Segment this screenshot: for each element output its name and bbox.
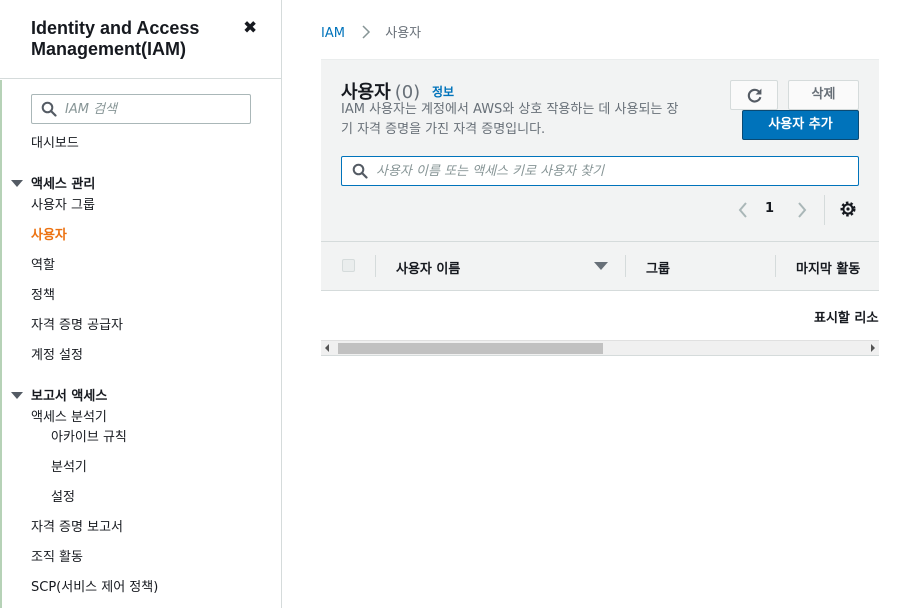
- column-header-last-activity[interactable]: 마지막 활동: [796, 258, 860, 277]
- refresh-icon: [747, 88, 762, 103]
- table-header: 사용자 이름 그룹 마지막 활동: [321, 241, 879, 291]
- caret-down-icon: [11, 180, 23, 187]
- column-divider: [625, 255, 626, 277]
- sidebar-item-access-analyzer[interactable]: 액세스 분석기: [31, 410, 107, 426]
- sidebar-item-policies[interactable]: 정책: [31, 288, 55, 304]
- close-sidebar-button[interactable]: ✖: [243, 18, 259, 38]
- sidebar-header: Identity and Access Management(IAM) ✖: [0, 0, 281, 79]
- chevron-right-icon: [362, 25, 371, 39]
- gear-icon[interactable]: [839, 200, 857, 218]
- refresh-button[interactable]: [730, 80, 778, 110]
- user-search-input[interactable]: [376, 161, 846, 181]
- sidebar-item-credential-report[interactable]: 자격 증명 보고서: [31, 520, 123, 536]
- caret-down-icon: [11, 392, 23, 399]
- scroll-right-arrow-icon[interactable]: [871, 344, 875, 352]
- sidebar-search-input[interactable]: [65, 99, 245, 119]
- sidebar-edge-accent: [0, 80, 2, 608]
- scroll-left-arrow-icon[interactable]: [325, 344, 329, 352]
- sidebar-item-scp[interactable]: SCP(서비스 제어 정책): [31, 580, 158, 596]
- column-divider: [775, 255, 776, 277]
- column-divider: [375, 255, 376, 277]
- sidebar-item-analyzers[interactable]: 분석기: [51, 460, 87, 476]
- sidebar-section-access-reports[interactable]: 보고서 액세스: [11, 389, 107, 405]
- sidebar-search-field[interactable]: [31, 94, 251, 124]
- search-icon: [352, 163, 368, 179]
- page-description: IAM 사용자는 계정에서 AWS와 상호 작용하는 데 사용되는 장기 자격 …: [341, 102, 679, 137]
- chevron-right-icon[interactable]: [795, 200, 809, 220]
- delete-button[interactable]: 삭제: [788, 80, 859, 110]
- sidebar-item-account-settings[interactable]: 계정 설정: [31, 348, 83, 364]
- sidebar-item-identity-providers[interactable]: 자격 증명 공급자: [31, 318, 123, 334]
- users-panel-header: 사용자 (0) 정보 IAM 사용자는 계정에서 AWS와 상호 작용하는 데 사…: [321, 60, 879, 241]
- sidebar-item-user-groups[interactable]: 사용자 그룹: [31, 198, 95, 214]
- select-all-checkbox[interactable]: [342, 259, 355, 272]
- chevron-left-icon[interactable]: [736, 200, 750, 220]
- sidebar: Identity and Access Management(IAM) ✖ 대시…: [0, 0, 282, 608]
- sidebar-section-access-management[interactable]: 액세스 관리: [11, 177, 95, 193]
- sidebar-item-analyzer-settings[interactable]: 설정: [51, 490, 75, 506]
- pager-divider: [824, 195, 825, 225]
- sidebar-section-label: 액세스 관리: [31, 177, 96, 192]
- breadcrumb-iam-link[interactable]: IAM: [321, 26, 345, 41]
- breadcrumb: IAM 사용자: [321, 25, 421, 42]
- scrollbar-thumb[interactable]: [338, 343, 603, 354]
- add-user-button[interactable]: 사용자 추가: [742, 110, 859, 140]
- sidebar-item-archive-rules[interactable]: 아카이브 규칙: [51, 430, 127, 446]
- sort-descending-icon[interactable]: [594, 262, 608, 270]
- search-icon: [41, 101, 57, 117]
- column-header-groups[interactable]: 그룹: [646, 258, 670, 277]
- page-number[interactable]: 1: [765, 201, 774, 216]
- sidebar-item-roles[interactable]: 역할: [31, 258, 55, 274]
- sidebar-item-organization-activity[interactable]: 조직 활동: [31, 550, 83, 566]
- sidebar-item-dashboard[interactable]: 대시보드: [31, 136, 79, 152]
- users-panel: 사용자 (0) 정보 IAM 사용자는 계정에서 AWS와 상호 작용하는 데 사…: [321, 59, 879, 357]
- empty-state: 표시할 리소스 없음: [321, 291, 879, 341]
- breadcrumb-current: 사용자: [385, 26, 422, 41]
- info-link[interactable]: 정보: [432, 83, 454, 100]
- horizontal-scrollbar[interactable]: [321, 340, 879, 356]
- user-search-field[interactable]: [341, 156, 859, 186]
- column-header-user-name[interactable]: 사용자 이름: [396, 258, 460, 277]
- empty-state-text: 표시할 리소스 없음: [814, 311, 879, 326]
- sidebar-title: Identity and Access Management(IAM): [31, 18, 200, 59]
- sidebar-section-label: 보고서 액세스: [31, 389, 108, 404]
- sidebar-item-users[interactable]: 사용자: [31, 228, 67, 244]
